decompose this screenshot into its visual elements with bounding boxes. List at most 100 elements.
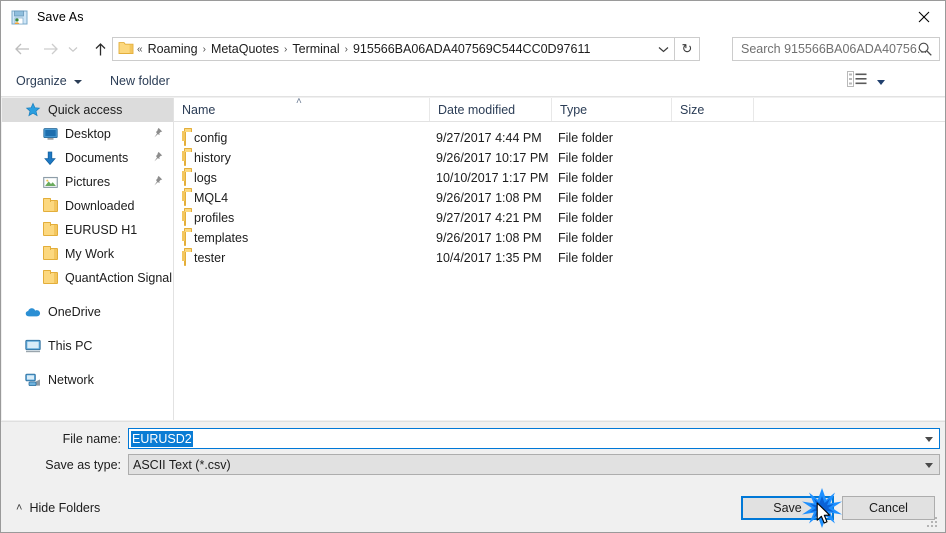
forward-button[interactable] <box>37 36 63 62</box>
arrow-right-icon <box>43 43 58 55</box>
pin-icon[interactable] <box>152 127 163 141</box>
table-row[interactable]: tester 10/4/2017 1:35 PM File folder <box>174 248 945 268</box>
column-header-type[interactable]: Type <box>552 98 672 121</box>
table-row[interactable]: templates 9/26/2017 1:08 PM File folder <box>174 228 945 248</box>
new-folder-label: New folder <box>110 73 170 88</box>
file-name-cell: config <box>184 130 228 146</box>
file-name-cell: MQL4 <box>184 190 228 206</box>
folder-icon <box>184 130 186 146</box>
refresh-icon: ↻ <box>681 41 693 56</box>
sidebar-item-documents[interactable]: Documents <box>2 146 173 170</box>
sidebar-divider <box>2 324 173 334</box>
folder-icon <box>42 198 58 214</box>
save-button[interactable]: Save <box>741 496 834 520</box>
recent-locations-button[interactable] <box>64 36 82 62</box>
breadcrumb-prefix: « <box>137 43 143 55</box>
sidebar-item-onedrive[interactable]: OneDrive <box>2 300 173 324</box>
date-modified-cell: 9/27/2017 4:21 PM <box>436 211 542 225</box>
breadcrumb-item-terminal[interactable]: Terminal <box>290 42 341 56</box>
folder-icon <box>184 250 186 266</box>
column-header-label: Size <box>680 102 705 117</box>
sidebar-item-quick-access[interactable]: Quick access <box>2 98 173 122</box>
column-header-name[interactable]: Name <box>174 98 430 121</box>
download-icon <box>42 150 58 166</box>
cancel-button[interactable]: Cancel <box>842 496 935 520</box>
save-as-type-select[interactable]: ASCII Text (*.csv) <box>128 454 940 475</box>
file-name-label: File name: <box>62 432 121 446</box>
type-cell: File folder <box>558 231 613 245</box>
folder-icon <box>118 41 134 58</box>
breadcrumb-item-metaquotes[interactable]: MetaQuotes <box>209 42 281 56</box>
hide-folders-button[interactable]: ˄ Hide Folders <box>16 501 100 515</box>
pc-icon <box>25 338 41 354</box>
breadcrumb-item-terminal-id[interactable]: 915566BA06ADA407569C544CC0D97611 <box>351 42 592 56</box>
sidebar-item-pictures[interactable]: Pictures <box>2 170 173 194</box>
picture-icon <box>42 174 58 190</box>
table-row[interactable]: config 9/27/2017 4:44 PM File folder <box>174 128 945 148</box>
file-name-label: config <box>194 131 228 145</box>
view-options-button[interactable] <box>847 71 885 92</box>
new-folder-button[interactable]: New folder <box>110 65 170 96</box>
file-name-cell: history <box>184 150 231 166</box>
file-name-label: templates <box>194 231 249 245</box>
search-input[interactable]: Search 915566BA06ADA40756... <box>741 42 927 56</box>
pin-icon[interactable] <box>152 175 163 189</box>
column-header-row: Name ˄ Date modified Type Size <box>174 97 945 122</box>
refresh-button[interactable]: ↻ <box>674 38 699 60</box>
sidebar-item-quantaction-signal[interactable]: QuantAction Signal <box>2 266 173 290</box>
table-row[interactable]: history 9/26/2017 10:17 PM File folder <box>174 148 945 168</box>
file-name-cell: tester <box>184 250 225 266</box>
table-row[interactable]: logs 10/10/2017 1:17 PM File folder <box>174 168 945 188</box>
navigation-pane: Quick access Desktop Documents Pictures … <box>2 98 173 420</box>
date-modified-cell: 9/26/2017 10:17 PM <box>436 151 549 165</box>
chevron-down-icon[interactable] <box>925 436 933 442</box>
column-header-date-modified[interactable]: Date modified <box>430 98 552 121</box>
view-options-icon <box>847 71 868 92</box>
sidebar-item-downloaded[interactable]: Downloaded <box>2 194 173 218</box>
network-icon <box>25 372 41 388</box>
column-header-label: Date modified <box>438 102 516 117</box>
sidebar-item-my-work[interactable]: My Work <box>2 242 173 266</box>
folder-icon <box>184 150 186 166</box>
sidebar-item-label: Downloaded <box>65 199 135 213</box>
address-dropdown-button[interactable] <box>653 38 673 60</box>
resize-grip[interactable] <box>927 517 941 529</box>
up-button[interactable] <box>87 36 113 62</box>
file-name-input[interactable]: EURUSD2 <box>128 428 940 449</box>
folder-icon <box>184 210 186 226</box>
breadcrumb-item-roaming[interactable]: Roaming <box>146 42 200 56</box>
sidebar-item-this-pc[interactable]: This PC <box>2 334 173 358</box>
sidebar-item-label: My Work <box>65 247 115 261</box>
table-row[interactable]: profiles 9/27/2017 4:21 PM File folder <box>174 208 945 228</box>
pin-icon[interactable] <box>152 151 163 165</box>
close-button[interactable] <box>901 1 945 32</box>
column-header-size[interactable]: Size <box>672 98 754 121</box>
back-button[interactable] <box>9 36 35 62</box>
organize-button[interactable]: Organize <box>16 65 82 96</box>
sidebar-item-label: EURUSD H1 <box>65 223 138 237</box>
address-bar[interactable]: « Roaming › MetaQuotes › Terminal › 9155… <box>112 37 700 61</box>
star-icon <box>25 102 41 118</box>
command-bar: Organize New folder ? <box>1 65 945 155</box>
save-as-type-label: Save as type: <box>45 458 121 472</box>
type-cell: File folder <box>558 251 613 265</box>
file-name-cell: logs <box>184 170 217 186</box>
type-cell: File folder <box>558 191 613 205</box>
folder-icon <box>184 170 186 186</box>
sidebar-divider <box>2 358 173 368</box>
close-icon <box>918 11 930 22</box>
type-cell: File folder <box>558 151 613 165</box>
window-title: Save As <box>37 10 84 24</box>
save-as-type-value: ASCII Text (*.csv) <box>133 457 231 472</box>
sidebar-item-desktop[interactable]: Desktop <box>2 122 173 146</box>
file-list-pane: Name ˄ Date modified Type Size config 9/… <box>173 97 945 420</box>
search-icon <box>917 41 933 62</box>
sidebar-item-eurusd-h1[interactable]: EURUSD H1 <box>2 218 173 242</box>
chevron-down-icon[interactable] <box>925 462 933 468</box>
save-as-dialog: Save As « Roaming › MetaQuotes › Termina… <box>0 0 946 533</box>
search-box[interactable]: Search 915566BA06ADA40756... <box>732 37 940 61</box>
sidebar-item-label: Documents <box>65 151 129 165</box>
chevron-up-icon: ˄ <box>16 501 23 514</box>
table-row[interactable]: MQL4 9/26/2017 1:08 PM File folder <box>174 188 945 208</box>
sidebar-item-network[interactable]: Network <box>2 368 173 392</box>
